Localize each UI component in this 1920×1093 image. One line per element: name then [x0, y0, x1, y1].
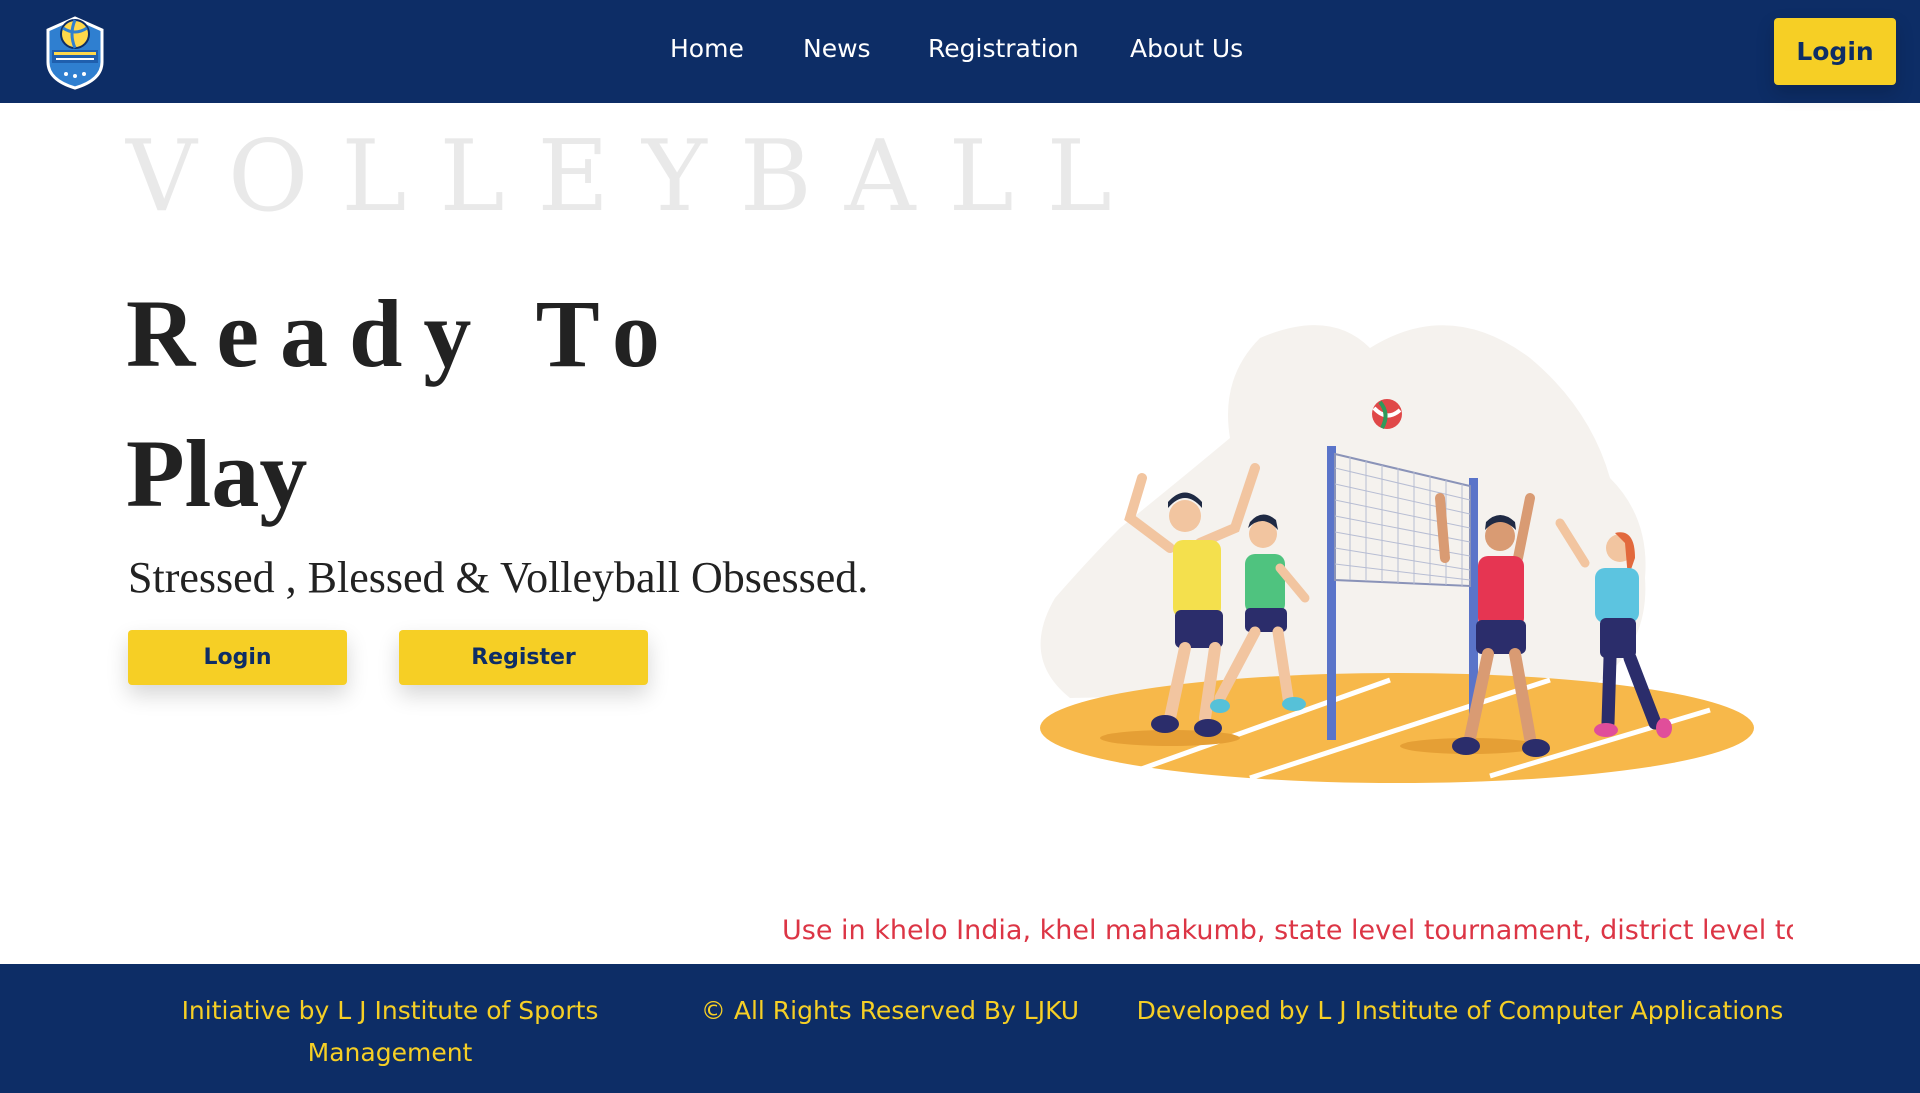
nav-about-link[interactable]: About Us	[1130, 34, 1243, 63]
main-nav: Home News Registration About Us	[0, 0, 1920, 103]
hero-tagline: Stressed , Blessed & Volleyball Obsessed…	[128, 553, 869, 602]
hero-login-button[interactable]: Login	[128, 630, 347, 685]
hero-heading-line1: Ready To	[126, 280, 681, 387]
volleyball-players-illustration-icon	[1040, 325, 1754, 783]
announcement-ticker: Use in khelo India, khel mahakumb, state…	[780, 910, 1793, 952]
nav-home-link[interactable]: Home	[670, 34, 744, 63]
hero-heading-line2: Play	[126, 420, 308, 527]
page-footer: Initiative by L J Institute of Sports Ma…	[0, 964, 1920, 1093]
footer-initiative: Initiative by L J Institute of Sports Ma…	[181, 996, 599, 1067]
ticker-text: Use in khelo India, khel mahakumb, state…	[782, 915, 1793, 946]
nav-registration-link[interactable]: Registration	[928, 34, 1079, 63]
footer-developed-by: Developed by L J Institute of Computer A…	[1136, 996, 1784, 1025]
hero-register-button[interactable]: Register	[399, 630, 648, 685]
top-navbar: Home News Registration About Us Login	[0, 0, 1920, 103]
footer-copyright: © All Rights Reserved By LJKU	[700, 996, 1080, 1025]
hero-watermark: VOLLEYBALL	[126, 120, 1145, 234]
nav-news-link[interactable]: News	[803, 34, 871, 63]
header-login-button[interactable]: Login	[1774, 18, 1896, 85]
